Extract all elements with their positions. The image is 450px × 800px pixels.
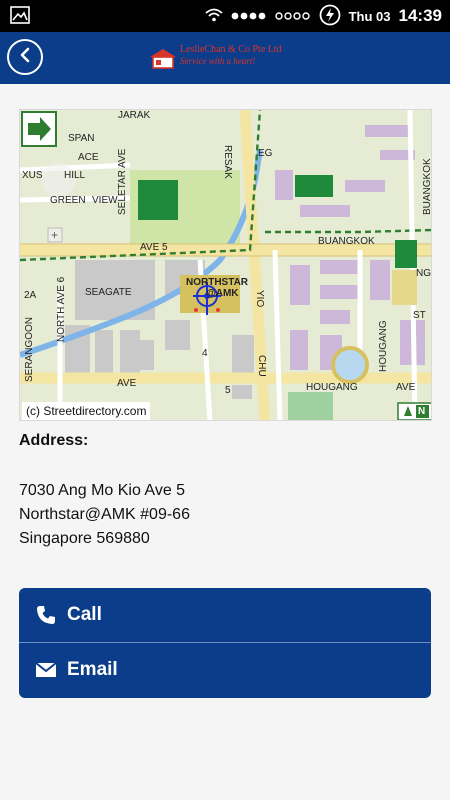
company-tagline: Service with a heart! <box>180 56 256 66</box>
company-logo: LeslieChan & Co Pte Ltd Service with a h… <box>148 44 328 72</box>
location-map[interactable]: + JARAK SPAN ACE XUS HILL GREEN VIEW SEL… <box>19 109 432 421</box>
email-button[interactable]: Email <box>19 643 431 697</box>
call-button[interactable]: Call <box>19 588 431 643</box>
house-logo-icon <box>150 49 176 69</box>
address-line-1: 7030 Ang Mo Kio Ave 5 <box>19 482 186 499</box>
status-time: 14:39 <box>398 6 442 25</box>
status-bar: Thu 03 14:39 <box>0 0 450 32</box>
battery-charging-icon <box>319 4 341 29</box>
company-name: LeslieChan & Co Pte Ltd <box>180 44 282 55</box>
app-header: LeslieChan & Co Pte Ltd Service with a h… <box>0 32 450 84</box>
address-line-2: Northstar@AMK #09-66 <box>19 506 190 523</box>
envelope-icon <box>35 659 57 681</box>
address-line-3: Singapore 569880 <box>19 530 150 547</box>
street-map-graphic: + <box>20 110 431 420</box>
svg-text:+: + <box>51 228 58 242</box>
signal-dots-icon <box>231 9 267 24</box>
wifi-icon <box>205 8 223 25</box>
back-button[interactable] <box>7 39 43 75</box>
phone-icon <box>35 604 57 626</box>
contact-actions: Call Email <box>19 588 431 698</box>
gallery-notification-icon <box>10 6 30 29</box>
signal-dots-outline-icon <box>274 9 311 24</box>
status-date: Thu 03 <box>348 8 391 24</box>
map-credit: (c) Streetdirectory.com <box>22 402 151 420</box>
chevron-left-icon <box>18 47 32 68</box>
address-block: 7030 Ang Mo Kio Ave 5 Northstar@AMK #09-… <box>19 479 190 551</box>
call-label: Call <box>67 604 102 625</box>
email-label: Email <box>67 659 118 680</box>
address-label: Address: <box>19 432 89 449</box>
